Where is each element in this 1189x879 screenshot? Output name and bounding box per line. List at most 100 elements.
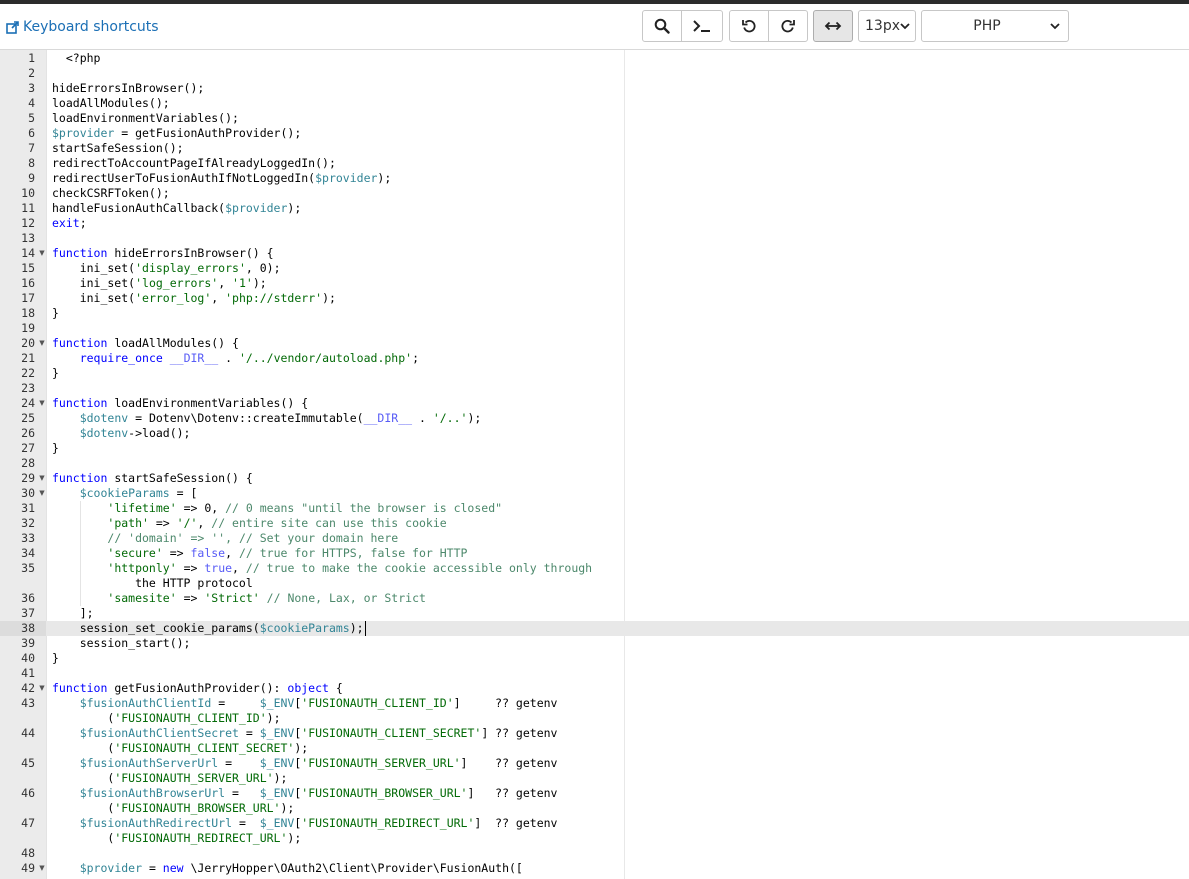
print-margin (624, 50, 625, 879)
code-line: <?php (52, 51, 101, 65)
fold-toggle-icon[interactable]: ▼ (38, 471, 46, 486)
terminal-button[interactable] (681, 10, 723, 42)
line-number: 44 (21, 726, 35, 740)
line-number: 38 (21, 621, 35, 635)
indent-guide (79, 501, 81, 516)
code-line: ini_set('display_errors', 0); (52, 261, 281, 275)
line-number: 8 (28, 156, 35, 170)
line-number: 42 (21, 681, 35, 695)
font-size-select[interactable]: 13px (858, 10, 916, 42)
line-number: 4 (28, 96, 35, 110)
code-line: $provider = new \JerryHopper\OAuth2\Clie… (79, 861, 523, 875)
line-number: 22 (21, 366, 35, 380)
code-line: session_start(); (52, 636, 191, 650)
line-number: 12 (21, 216, 35, 230)
line-number: 46 (21, 786, 35, 800)
line-number: 18 (21, 306, 35, 320)
font-size-value: 13px (865, 18, 900, 34)
line-number: 29 (21, 471, 35, 485)
fold-toggle-icon[interactable]: ▼ (38, 336, 46, 351)
line-number: 47 (21, 816, 35, 830)
text-cursor (364, 621, 366, 636)
line-number: 10 (21, 186, 35, 200)
redo-icon (781, 19, 795, 33)
line-number: 35 (21, 561, 35, 575)
code-line: $dotenv->load(); (79, 426, 191, 440)
line-number: 40 (21, 651, 35, 665)
language-select[interactable]: PHP (921, 10, 1069, 42)
code-line: 'secure' => false, // true for HTTPS, fa… (107, 546, 468, 560)
undo-button[interactable] (729, 10, 769, 42)
code-line: checkCSRFToken(); (52, 186, 170, 200)
fold-toggle-icon[interactable]: ▼ (38, 246, 46, 261)
fold-toggle-icon[interactable]: ▼ (38, 486, 46, 501)
code-line: redirectToAccountPageIfAlreadyLoggedIn()… (52, 156, 336, 170)
fold-toggle-icon[interactable]: ▼ (38, 396, 46, 411)
code-line-wrap: ('FUSIONAUTH_BROWSER_URL'); (52, 801, 295, 815)
code-editor[interactable]: 1 <?php 2 3 hideErrorsInBrowser(); 4 loadAllM… (0, 50, 1189, 879)
line-number: 39 (21, 636, 35, 650)
wrap-icon (824, 21, 842, 31)
editor-toolbar: Keyboard shortcuts 13px PHP (0, 4, 1189, 50)
line-number: 16 (21, 276, 35, 290)
line-number: 21 (21, 351, 35, 365)
code-line: ini_set('error_log', 'php://stderr'); (52, 291, 336, 305)
line-number: 1 (28, 51, 35, 65)
keyboard-shortcuts-label: Keyboard shortcuts (23, 19, 159, 35)
chevron-down-icon (1050, 23, 1060, 30)
code-line: session_set_cookie_params($cookieParams)… (52, 621, 364, 635)
indent-guide (79, 516, 81, 531)
code-line: ini_set('log_errors', '1'); (52, 276, 267, 290)
line-number: 30 (21, 486, 35, 500)
line-number: 48 (21, 846, 35, 860)
code-line: } (52, 366, 59, 380)
terminal-icon (693, 20, 710, 32)
line-number: 17 (21, 291, 35, 305)
code-line: $fusionAuthClientSecret = $_ENV['FUSIONA… (79, 726, 558, 740)
indent-guide (79, 546, 81, 561)
fold-toggle-icon[interactable]: ▼ (38, 681, 46, 696)
line-number: 37 (21, 606, 35, 620)
undo-icon (742, 19, 756, 33)
code-line: 'lifetime' => 0, // 0 means "until the b… (107, 501, 503, 515)
code-line-wrap: the HTTP protocol (52, 576, 253, 590)
line-number: 3 (28, 81, 35, 95)
code-line: hideErrorsInBrowser(); (52, 81, 205, 95)
code-line: redirectUserToFusionAuthIfNotLoggedIn($p… (52, 171, 392, 185)
line-number: 43 (21, 696, 35, 710)
line-number: 34 (21, 546, 35, 560)
language-value: PHP (973, 18, 1001, 34)
word-wrap-toggle[interactable] (813, 10, 853, 42)
code-line: startSafeSession(); (52, 141, 184, 155)
code-line: function hideErrorsInBrowser() { (52, 246, 274, 260)
code-line: } (52, 306, 59, 320)
line-number: 27 (21, 441, 35, 455)
keyboard-shortcuts-link[interactable]: Keyboard shortcuts (6, 17, 159, 37)
code-line: $provider = getFusionAuthProvider(); (52, 126, 302, 140)
indent-guide (79, 591, 81, 606)
code-line: loadEnvironmentVariables(); (52, 111, 239, 125)
code-line: handleFusionAuthCallback($provider); (52, 201, 302, 215)
code-line-wrap: ('FUSIONAUTH_CLIENT_ID'); (52, 711, 281, 725)
fold-toggle-icon[interactable]: ▼ (38, 861, 46, 876)
line-number: 11 (21, 201, 35, 215)
search-icon (654, 18, 670, 34)
external-link-icon (6, 20, 19, 34)
code-line: function loadAllModules() { (52, 336, 239, 350)
line-number: 45 (21, 756, 35, 770)
code-line: exit; (52, 216, 87, 230)
line-number: 26 (21, 426, 35, 440)
code-line-wrap: ('FUSIONAUTH_CLIENT_SECRET'); (52, 741, 309, 755)
line-number: 9 (28, 171, 35, 185)
code-line: $fusionAuthServerUrl = $_ENV['FUSIONAUTH… (79, 756, 558, 770)
code-line: $fusionAuthBrowserUrl = $_ENV['FUSIONAUT… (79, 786, 558, 800)
chevron-down-icon (900, 23, 910, 30)
line-number: 20 (21, 336, 35, 350)
code-line: } (52, 441, 59, 455)
search-button[interactable] (642, 10, 682, 42)
code-line: } (52, 651, 59, 665)
redo-button[interactable] (768, 10, 808, 42)
code-line: ]; (52, 606, 94, 620)
line-number: 14 (21, 246, 35, 260)
line-number: 19 (21, 321, 35, 335)
